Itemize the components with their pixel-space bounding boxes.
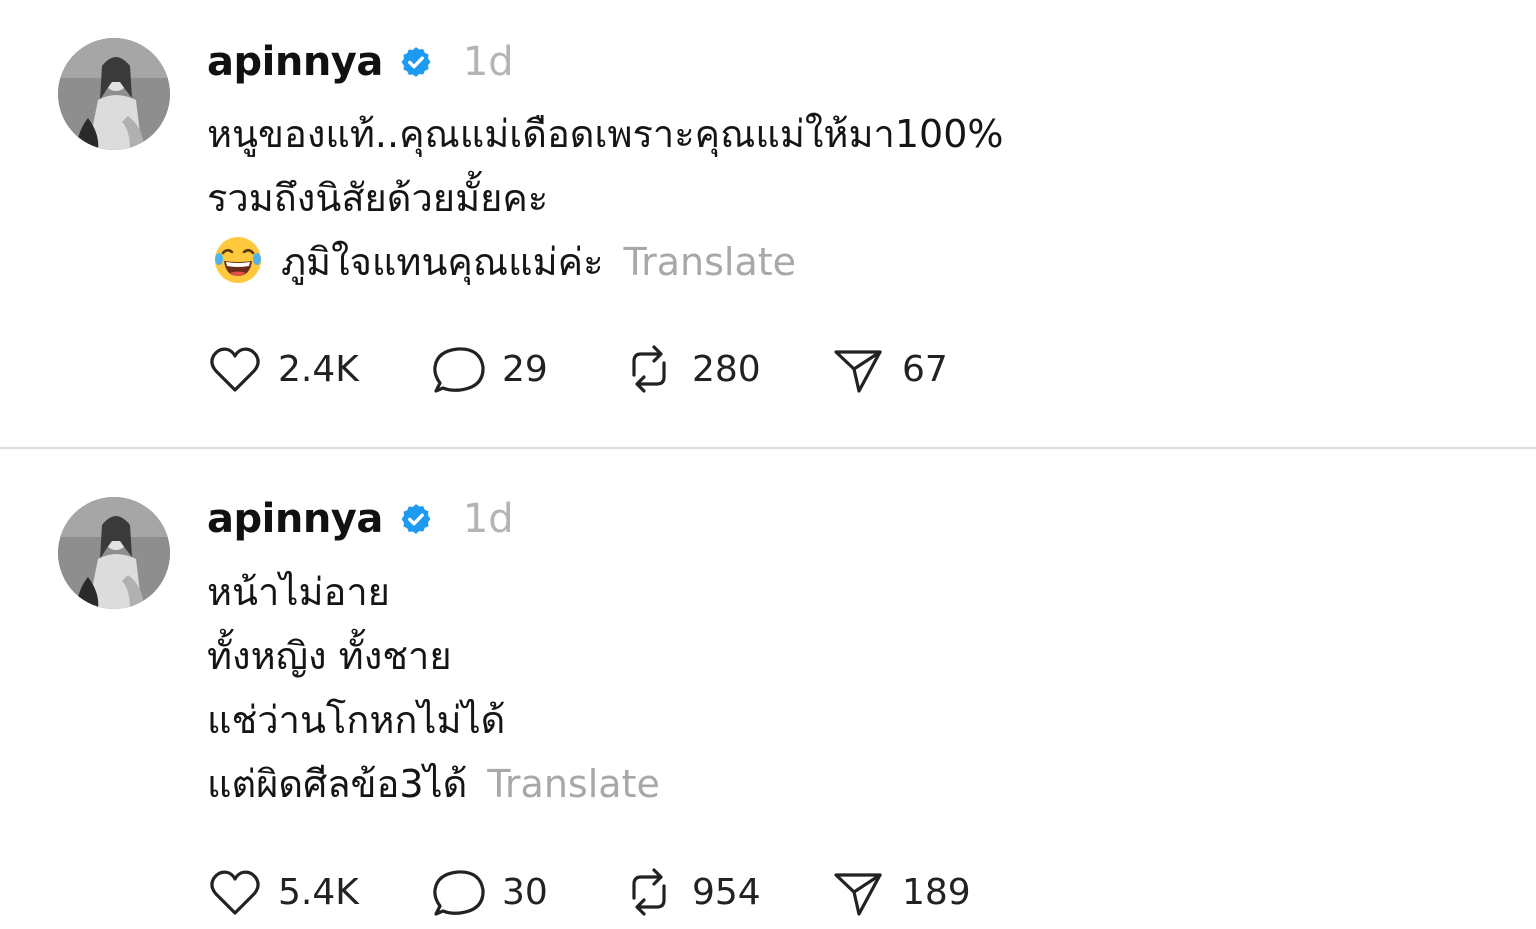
send-icon [830, 864, 888, 920]
post-text-line-with-translate: แต่ผิดศีลข้อ3ได้ Translate [207, 752, 660, 816]
like-count: 2.4K [278, 348, 359, 390]
avatar-photo [58, 497, 170, 609]
send-icon [830, 341, 888, 397]
post-divider [0, 447, 1536, 449]
reply-count: 29 [502, 348, 548, 390]
like-count: 5.4K [278, 871, 359, 913]
post-text-line: หนูของแท้..คุณแม่เดือดเพราะคุณแม่ให้มา10… [207, 112, 1004, 156]
username[interactable]: apinnya [207, 39, 383, 85]
verified-badge-icon [399, 45, 433, 79]
post-text-line-with-emoji: ภูมิใจแทนคุณแม่ค่ะ Translate [207, 230, 1004, 294]
post-text-line: แต่ผิดศีลข้อ3ได้ [207, 762, 468, 806]
verified-badge-icon [399, 502, 433, 536]
repost-icon [620, 864, 678, 920]
reply-count: 30 [502, 871, 548, 913]
like-button[interactable]: 5.4K [206, 864, 359, 920]
heart-icon [206, 864, 264, 920]
repost-button[interactable]: 954 [620, 864, 761, 920]
heart-icon [206, 341, 264, 397]
avatar[interactable] [58, 497, 170, 609]
reply-button[interactable]: 29 [430, 341, 548, 397]
laughing-face-emoji-icon [213, 235, 263, 285]
post-time[interactable]: 1d [463, 496, 514, 542]
translate-link[interactable]: Translate [623, 240, 796, 284]
post-text-line: หน้าไม่อาย [207, 570, 390, 614]
translate-link[interactable]: Translate [487, 762, 660, 806]
post-text-line: ทั้งหญิง ทั้งชาย [207, 634, 452, 678]
comment-bubble-icon [430, 864, 488, 920]
avatar-photo [58, 38, 170, 150]
comment-bubble-icon [430, 341, 488, 397]
share-button[interactable]: 67 [830, 341, 948, 397]
post[interactable]: apinnya 1d หนูของแท้..คุณแม่เดือดเพราะคุ… [0, 0, 1536, 448]
repost-count: 954 [692, 871, 761, 913]
post-text: หน้าไม่อาย ทั้งหญิง ทั้งชาย แช่ว่านโกหกไ… [207, 560, 660, 816]
avatar[interactable] [58, 38, 170, 150]
repost-icon [620, 341, 678, 397]
repost-button[interactable]: 280 [620, 341, 761, 397]
share-button[interactable]: 189 [830, 864, 971, 920]
post-text: หนูของแท้..คุณแม่เดือดเพราะคุณแม่ให้มา10… [207, 102, 1004, 294]
like-button[interactable]: 2.4K [206, 341, 359, 397]
share-count: 189 [902, 871, 971, 913]
post-text-line: รวมถึงนิสัยด้วยมั้ยคะ [207, 176, 549, 220]
post-time[interactable]: 1d [463, 39, 514, 85]
post-header: apinnya 1d [207, 37, 514, 87]
post-text-line: ภูมิใจแทนคุณแม่ค่ะ [281, 240, 604, 284]
username[interactable]: apinnya [207, 496, 383, 542]
share-count: 67 [902, 348, 948, 390]
post[interactable]: apinnya 1d หน้าไม่อาย ทั้งหญิง ทั้งชาย แ… [0, 450, 1536, 929]
reply-button[interactable]: 30 [430, 864, 548, 920]
post-text-line: แช่ว่านโกหกไม่ได้ [207, 698, 506, 742]
repost-count: 280 [692, 348, 761, 390]
post-header: apinnya 1d [207, 494, 514, 544]
